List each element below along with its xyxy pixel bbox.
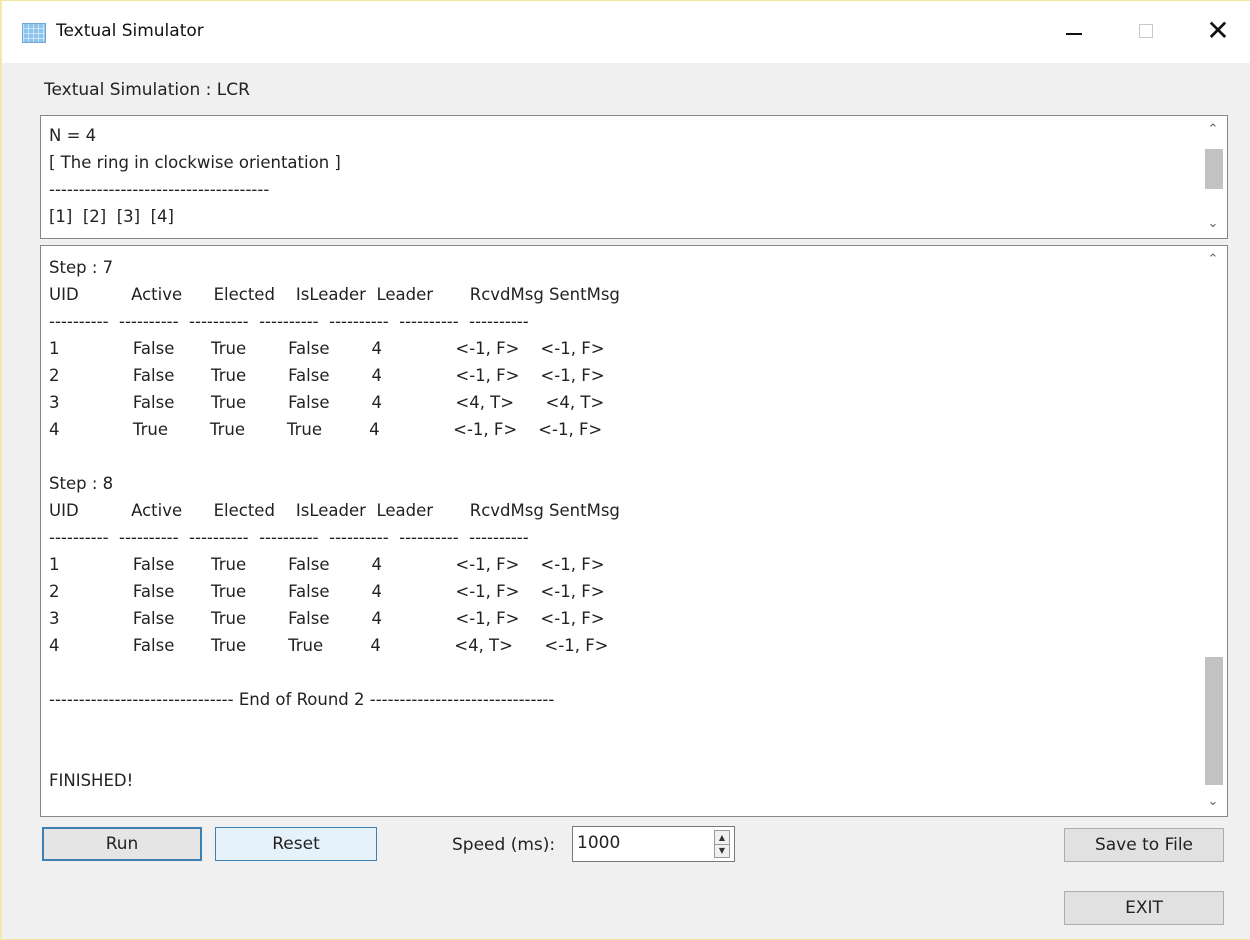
reset-button[interactable]: Reset	[215, 827, 377, 861]
chevron-up-icon[interactable]: ⌃	[1200, 119, 1226, 141]
maximize-button[interactable]	[1120, 9, 1172, 53]
exit-button[interactable]: EXIT	[1064, 891, 1224, 925]
simulation-output-textbox[interactable]: Step : 7 UID Active Elected IsLeader Lea…	[40, 245, 1228, 817]
run-button[interactable]: Run	[42, 827, 202, 861]
ring-info-textbox[interactable]: N = 4 [ The ring in clockwise orientatio…	[40, 115, 1228, 239]
app-icon	[22, 23, 46, 43]
scroll-thumb[interactable]	[1205, 657, 1223, 785]
minimize-button[interactable]	[1048, 9, 1100, 53]
speed-stepper[interactable]: ▲ ▼	[714, 830, 730, 858]
ring-info-scrollbar[interactable]: ⌃ ⌄	[1200, 117, 1226, 237]
minimize-icon	[1066, 33, 1082, 35]
simulation-output-text: Step : 7 UID Active Elected IsLeader Lea…	[49, 258, 620, 790]
title-bar[interactable]: Textual Simulator ✕	[2, 1, 1250, 63]
scroll-thumb[interactable]	[1205, 149, 1223, 189]
window-title: Textual Simulator	[56, 21, 204, 41]
chevron-down-icon[interactable]: ⌄	[1200, 213, 1226, 235]
speed-label: Speed (ms):	[452, 835, 556, 855]
speed-value[interactable]: 1000	[577, 833, 620, 853]
stepper-down-icon[interactable]: ▼	[715, 844, 729, 857]
close-button[interactable]: ✕	[1192, 9, 1244, 53]
chevron-down-icon[interactable]: ⌄	[1200, 791, 1226, 813]
ring-info-text: N = 4 [ The ring in clockwise orientatio…	[49, 126, 341, 226]
chevron-up-icon[interactable]: ⌃	[1200, 249, 1226, 271]
simulation-group-label: Textual Simulation : LCR	[44, 80, 250, 100]
stepper-up-icon[interactable]: ▲	[715, 831, 729, 845]
save-to-file-button[interactable]: Save to File	[1064, 828, 1224, 862]
close-icon: ✕	[1206, 14, 1230, 47]
speed-input[interactable]: 1000 ▲ ▼	[572, 826, 735, 862]
app-window: Textual Simulator ✕ Textual Simulation :…	[0, 0, 1250, 940]
simulation-output-scrollbar[interactable]: ⌃ ⌄	[1200, 247, 1226, 815]
maximize-icon	[1139, 24, 1153, 38]
